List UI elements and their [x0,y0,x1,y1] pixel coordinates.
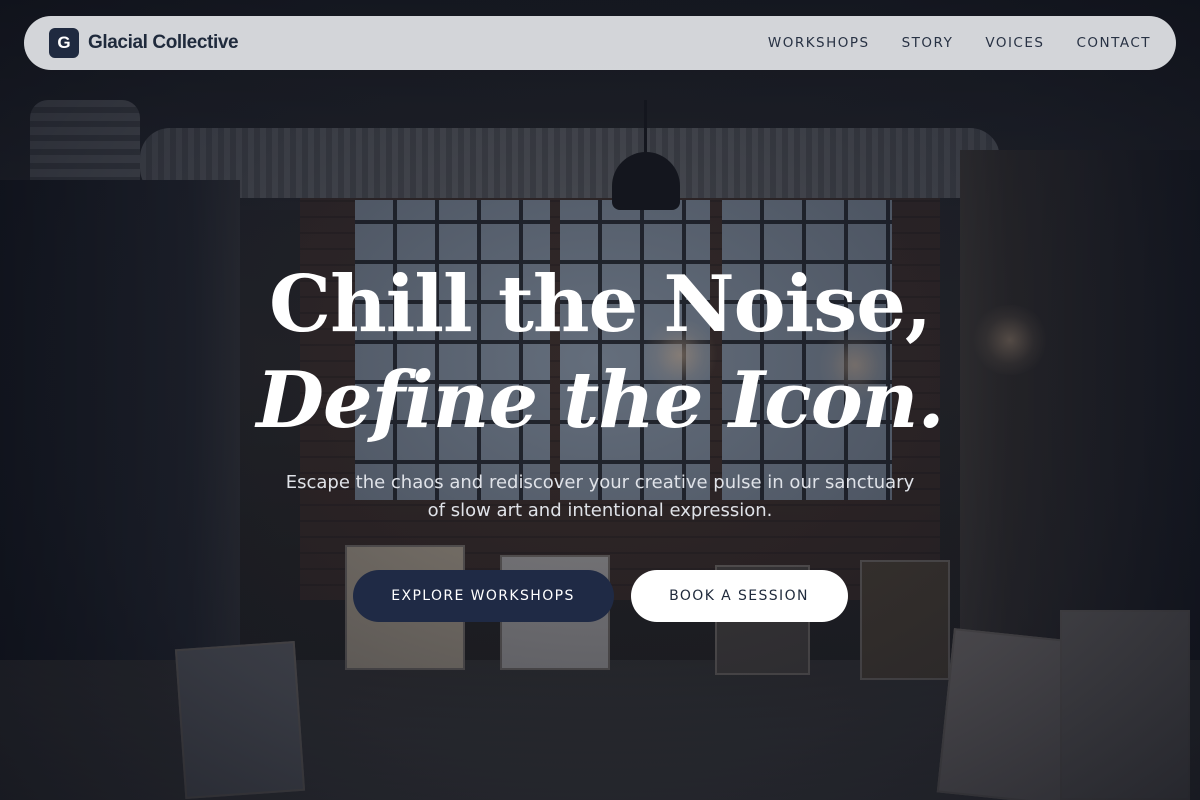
nav-link-contact[interactable]: CONTACT [1076,35,1151,51]
headline-line-1: Chill the Noise, [268,259,932,350]
nav-link-workshops[interactable]: WORKSHOPS [768,35,870,51]
nav-link-story[interactable]: STORY [902,35,954,51]
cta-buttons: EXPLORE WORKSHOPS BOOK A SESSION [0,570,1200,622]
book-session-button[interactable]: BOOK A SESSION [630,570,848,622]
brand-name: Glacial Collective [88,32,239,53]
headline-line-2: Define the Icon. [256,355,944,446]
brand-mark-icon: G [49,28,79,58]
explore-workshops-button[interactable]: EXPLORE WORKSHOPS [352,570,614,622]
brand-logo-link[interactable]: G Glacial Collective [49,28,239,58]
hero-section: Chill the Noise, Define the Icon. Escape… [0,255,1200,525]
top-navbar: G Glacial Collective WORKSHOPS STORY VOI… [24,16,1176,70]
hero-headline: Chill the Noise, Define the Icon. [0,255,1200,447]
nav-link-voices[interactable]: VOICES [985,35,1044,51]
hero-subtext: Escape the chaos and rediscover your cre… [285,472,915,521]
nav-links: WORKSHOPS STORY VOICES CONTACT [768,35,1151,51]
